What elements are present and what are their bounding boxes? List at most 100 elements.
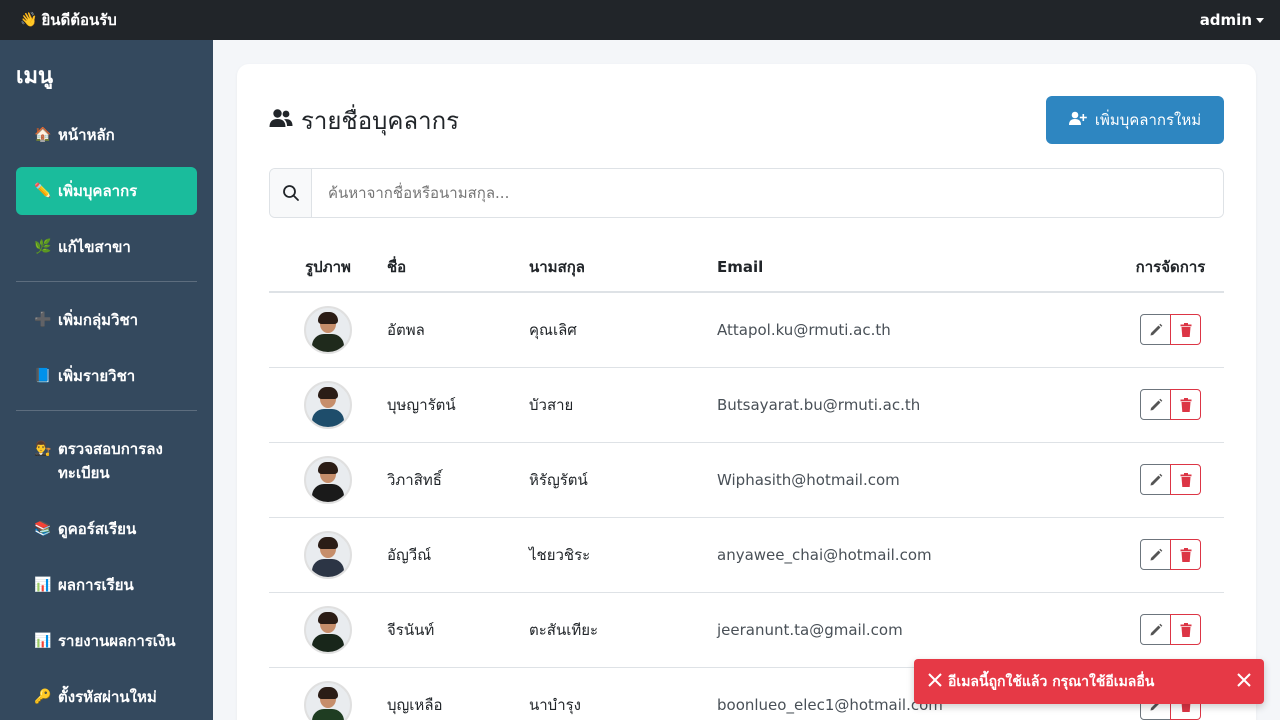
- row-actions: [1140, 389, 1201, 420]
- search-bar: [269, 168, 1224, 218]
- sidebar-item-label: ผลการเรียน: [58, 576, 134, 594]
- trash-icon: [1180, 322, 1191, 337]
- first-name-cell: บุษญารัตน์: [387, 367, 529, 443]
- herb-icon: 🌿: [34, 239, 52, 255]
- table-header-row: รูปภาพ ชื่อ นามสกุล Email การจัดการ: [269, 242, 1224, 293]
- sidebar-item-finance-report[interactable]: 📊 รายงานผลการเงิน: [16, 617, 197, 665]
- user-dropdown[interactable]: admin: [1200, 11, 1264, 29]
- staff-table: รูปภาพ ชื่อ นามสกุล Email การจัดการ อัตพ…: [269, 242, 1224, 720]
- users-icon: [269, 106, 293, 134]
- row-actions: [1140, 539, 1201, 570]
- first-name-cell: จีรนันท์: [387, 592, 529, 668]
- email-cell: Butsayarat.bu@rmuti.ac.th: [717, 367, 1117, 443]
- sidebar-item-label: แก้ไขสาขา: [58, 238, 131, 256]
- trash-icon: [1180, 472, 1191, 487]
- avatar: [304, 680, 352, 720]
- add-staff-button[interactable]: เพิ่มบุคลากรใหม่: [1046, 96, 1224, 144]
- sidebar-item-check-registration[interactable]: 👨‍⚖️ ตรวจสอบการลงทะเบียน: [16, 425, 197, 497]
- delete-button[interactable]: [1170, 464, 1201, 495]
- delete-button[interactable]: [1170, 314, 1201, 346]
- column-header-photo: รูปภาพ: [269, 242, 387, 293]
- column-header-last-name: นามสกุล: [529, 242, 717, 293]
- edit-button[interactable]: [1140, 614, 1171, 645]
- bar-chart-icon: 📊: [34, 633, 52, 649]
- sidebar-item-view-courses[interactable]: 📚 ดูคอร์สเรียน: [16, 505, 197, 553]
- last-name-cell: คุณเลิศ: [529, 292, 717, 368]
- sidebar-item-grades[interactable]: 📊 ผลการเรียน: [16, 561, 197, 609]
- trash-icon: [1180, 547, 1191, 562]
- sidebar-item-label: หน้าหลัก: [58, 126, 115, 144]
- waving-hand-icon: 👋: [20, 12, 38, 28]
- pencil-icon: [1150, 548, 1162, 560]
- edit-button[interactable]: [1140, 389, 1171, 420]
- last-name-cell: นาบำรุง: [529, 695, 582, 714]
- judge-icon: 👨‍⚖️: [34, 441, 52, 457]
- sidebar-item-label: ตรวจสอบการลงทะเบียน: [58, 440, 163, 482]
- last-name-cell: บัวสาย: [529, 367, 717, 443]
- table-row: บุษญารัตน์ บัวสาย Butsayarat.bu@rmuti.ac…: [269, 367, 1224, 443]
- delete-button[interactable]: [1170, 614, 1201, 645]
- avatar: [304, 530, 352, 579]
- pencil-icon: [1150, 323, 1162, 336]
- sidebar-divider: [16, 281, 197, 282]
- delete-button[interactable]: [1170, 539, 1201, 570]
- avatar: [304, 455, 352, 504]
- pencil-icon: [1150, 473, 1162, 485]
- sidebar-item-reset-password[interactable]: 🔑 ตั้งรหัสผ่านใหม่: [16, 673, 197, 720]
- key-icon: 🔑: [34, 689, 52, 705]
- search-icon: [270, 169, 312, 217]
- first-name-cell: บุญเหลือ: [387, 695, 443, 714]
- sidebar-item-label: รายงานผลการเงิน: [58, 632, 176, 650]
- trash-icon: [1180, 397, 1191, 412]
- email-cell: Attapol.ku@rmuti.ac.th: [717, 292, 1117, 368]
- sidebar-divider: [16, 410, 197, 411]
- avatar: [304, 380, 352, 429]
- table-row: อัญวีณ์ ไชยวชิระ anyawee_chai@hotmail.co…: [269, 517, 1224, 593]
- first-name-cell: อัตพล: [387, 292, 529, 368]
- last-name-cell: หิรัญรัตน์: [529, 442, 717, 518]
- navbar-brand[interactable]: 👋 ยินดีต้อนรับ: [20, 8, 117, 32]
- row-actions: [1140, 464, 1201, 495]
- house-icon: 🏠: [34, 127, 52, 143]
- row-actions: [1140, 614, 1201, 645]
- toast-message: อีเมลนี้ถูกใช้แล้ว กรุณาใช้อีเมลอื่น: [948, 673, 1155, 690]
- card-header: รายชื่อบุคลากร เพิ่มบุคลากรใหม่: [269, 96, 1224, 144]
- chevron-down-icon: [1256, 17, 1264, 23]
- user-name: admin: [1199, 11, 1252, 29]
- plus-icon: ➕: [34, 312, 52, 328]
- search-input[interactable]: [312, 169, 1223, 217]
- table-row: จีรนันท์ ตะสันเทียะ jeeranunt.ta@gmail.c…: [269, 592, 1224, 668]
- pencil-icon: [1150, 623, 1162, 635]
- sidebar: เมนู 🏠 หน้าหลัก ✏️ เพิ่มบุคลากร 🌿 แก้ไขส…: [0, 40, 213, 720]
- brand-label: ยินดีต้อนรับ: [41, 11, 117, 29]
- books-icon: 📚: [34, 521, 52, 537]
- first-name-cell: วิภาสิทธิ์: [387, 442, 529, 518]
- close-icon[interactable]: [1236, 672, 1252, 692]
- page-title-text: รายชื่อบุคลากร: [301, 106, 460, 135]
- add-staff-label: เพิ่มบุคลากรใหม่: [1094, 111, 1202, 129]
- column-header-actions: การจัดการ: [1117, 242, 1224, 293]
- delete-button[interactable]: [1170, 389, 1201, 420]
- table-row: วิภาสิทธิ์ หิรัญรัตน์ Wiphasith@hotmail.…: [269, 442, 1224, 518]
- pencil-icon: [1150, 398, 1162, 410]
- sidebar-item-label: ดูคอร์สเรียน: [58, 520, 137, 538]
- staff-list-card: รายชื่อบุคลากร เพิ่มบุคลากรใหม่ ค้นหาจาก…: [237, 64, 1256, 720]
- bar-chart-icon: 📊: [34, 577, 52, 593]
- edit-button[interactable]: [1140, 464, 1171, 495]
- sidebar-item-label: เพิ่มกลุ่มวิชา: [58, 311, 139, 329]
- row-actions: [1140, 314, 1201, 346]
- avatar: [304, 605, 352, 654]
- pencil-icon: ✏️: [34, 183, 52, 199]
- sidebar-item-edit-department[interactable]: 🌿 แก้ไขสาขา: [16, 223, 197, 271]
- edit-button[interactable]: [1140, 314, 1171, 346]
- sidebar-item-label: เพิ่มรายวิชา: [58, 367, 136, 385]
- sidebar-item-home[interactable]: 🏠 หน้าหลัก: [16, 111, 197, 159]
- avatar: [304, 305, 352, 354]
- edit-button[interactable]: [1140, 539, 1171, 570]
- page-title: รายชื่อบุคลากร: [269, 101, 459, 140]
- user-plus-icon: [1068, 111, 1087, 129]
- sidebar-title: เมนู: [16, 64, 54, 89]
- sidebar-item-add-subject[interactable]: 📘 เพิ่มรายวิชา: [16, 352, 197, 400]
- sidebar-item-add-subject-group[interactable]: ➕ เพิ่มกลุ่มวิชา: [16, 296, 197, 344]
- sidebar-item-add-staff[interactable]: ✏️ เพิ่มบุคลากร: [16, 167, 197, 215]
